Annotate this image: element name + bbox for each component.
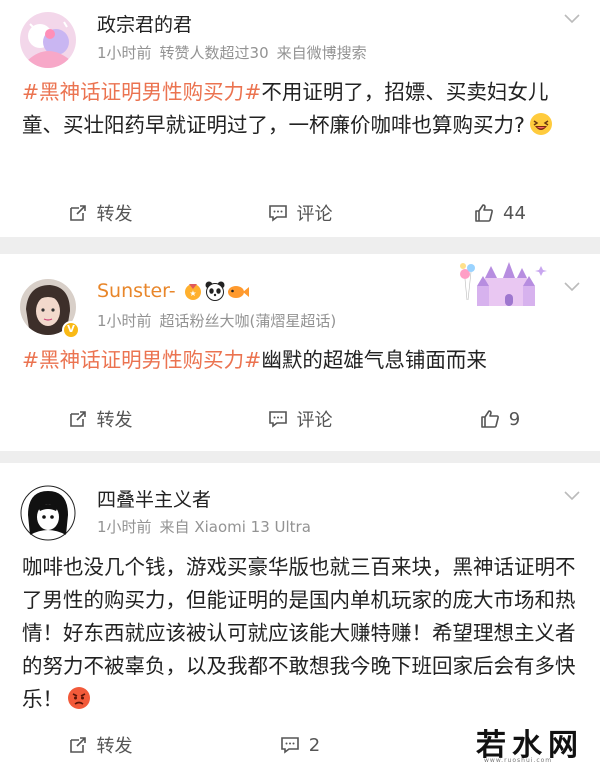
post-stat: 转赞人数超过30 — [159, 44, 269, 62]
post-time: 1小时前 — [97, 44, 152, 62]
post-header: 政宗君的君 1小时前 转赞人数超过30 来自微博搜索 — [0, 0, 600, 76]
angry-emoji-icon — [68, 687, 90, 709]
username[interactable]: 四叠半主义者 — [97, 487, 211, 513]
repost-label: 转发 — [96, 410, 133, 431]
post-content: #黑神话证明男性购买力#幽默的超雄气息铺面而来 — [0, 344, 600, 377]
laughing-emoji-icon — [529, 113, 552, 135]
post-fan-title: 超话粉丝大咖(蒲熠星超话) — [159, 312, 337, 330]
post-time: 1小时前 — [97, 312, 152, 330]
thumbs-up-icon — [480, 410, 499, 428]
chevron-down-icon[interactable] — [564, 491, 580, 501]
action-bar: 转发 评论 9 — [0, 391, 600, 447]
svg-text:★: ★ — [189, 289, 196, 298]
post-content: #黑神话证明男性购买力#不用证明了，招嫖、买卖妇女儿童、买壮阳药早就证明过了，一… — [0, 76, 600, 142]
site-watermark: 若水网 www.ruoshui.com — [470, 720, 590, 766]
comment-label: 评论 — [296, 204, 333, 225]
post-content: 咖啡也没几个钱，游戏买豪华版也就三百来块，黑神话证明不了男性的购买力，但能证明的… — [0, 551, 600, 716]
avatar[interactable] — [20, 485, 76, 541]
like-button[interactable]: 44 — [400, 203, 600, 224]
comment-icon — [268, 205, 287, 222]
thumbs-up-icon — [475, 204, 493, 222]
post-source: 来自微博搜索 — [276, 44, 367, 62]
repost-label: 转发 — [96, 204, 133, 225]
avatar[interactable] — [20, 12, 76, 68]
chevron-down-icon[interactable] — [564, 282, 580, 292]
post-meta: 1小时前 超话粉丝大咖(蒲熠星超话) — [97, 311, 336, 331]
action-bar: 转发 评论 44 — [0, 185, 600, 241]
fish-icon — [227, 286, 249, 298]
comment-label: 评论 — [296, 410, 333, 431]
username[interactable]: Sunster- ★ — [97, 278, 250, 304]
like-count: 9 — [508, 408, 521, 430]
castle-decoration-icon — [460, 262, 547, 306]
comment-icon — [268, 411, 287, 428]
hashtag-link[interactable]: #黑神话证明男性购买力# — [22, 348, 261, 372]
chevron-down-icon[interactable] — [564, 14, 580, 24]
repost-icon — [69, 737, 86, 753]
comment-button[interactable]: 2 — [200, 735, 400, 756]
repost-icon — [69, 205, 86, 221]
post-meta: 1小时前 来自 Xiaomi 13 Ultra — [97, 517, 311, 537]
repost-button[interactable]: 转发 — [0, 200, 200, 226]
username[interactable]: 政宗君的君 — [97, 12, 192, 38]
post-1: 政宗君的君 1小时前 转赞人数超过30 来自微博搜索 #黑神话证明男性购买力#不用证… — [0, 0, 600, 237]
post-3: 四叠半主义者 1小时前 来自 Xiaomi 13 Ultra 咖啡也没几个钱，游戏… — [0, 463, 600, 770]
post-text: 咖啡也没几个钱，游戏买豪华版也就三百来块，黑神话证明不了男性的购买力，但能证明的… — [22, 555, 576, 711]
post-header: V Sunster- ★ 1小时前 超话粉丝大咖(蒲熠星超话) — [0, 254, 600, 342]
repost-button[interactable]: 转发 — [0, 732, 200, 758]
like-count: 44 — [503, 202, 526, 224]
post-time: 1小时前 — [97, 518, 152, 536]
comment-icon — [280, 737, 299, 754]
repost-icon — [69, 411, 86, 427]
medal-icon: ★ — [184, 284, 201, 300]
panda-icon — [205, 281, 225, 301]
comment-button[interactable]: 评论 — [200, 406, 400, 432]
verified-badge-icon: V — [62, 321, 80, 339]
post-2: V Sunster- ★ 1小时前 超话粉丝大咖(蒲熠星超话) #黑神话证明男性购… — [0, 254, 600, 451]
comment-count: 2 — [308, 734, 321, 756]
repost-label: 转发 — [96, 736, 133, 757]
username-text: Sunster- — [97, 280, 176, 302]
like-button[interactable]: 9 — [400, 409, 600, 430]
repost-button[interactable]: 转发 — [0, 406, 200, 432]
comment-button[interactable]: 评论 — [200, 200, 400, 226]
post-text: 幽默的超雄气息铺面而来 — [261, 348, 487, 372]
post-meta: 1小时前 转赞人数超过30 来自微博搜索 — [97, 43, 367, 63]
post-header: 四叠半主义者 1小时前 来自 Xiaomi 13 Ultra — [0, 463, 600, 549]
watermark-subtext: www.ruoshui.com — [484, 757, 553, 764]
post-source: 来自 Xiaomi 13 Ultra — [159, 518, 311, 536]
hashtag-link[interactable]: #黑神话证明男性购买力# — [22, 80, 261, 104]
